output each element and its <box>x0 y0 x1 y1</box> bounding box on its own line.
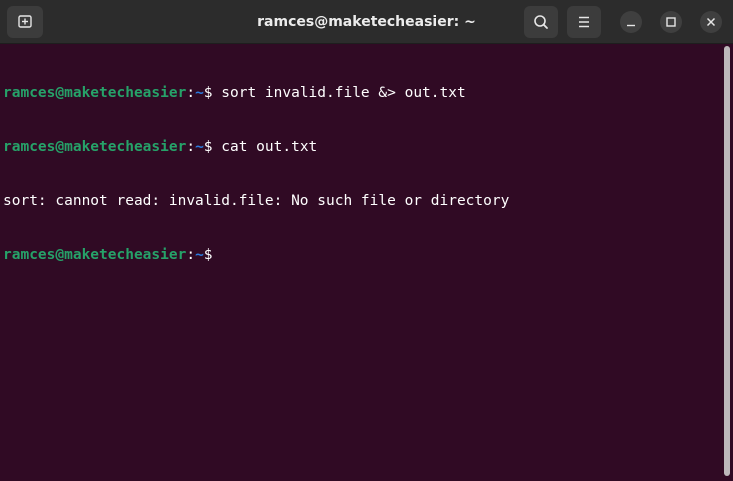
prompt-colon: : <box>186 247 196 263</box>
prompt-user-host: ramces@maketecheasier <box>3 247 187 263</box>
prompt-user-host: ramces@maketecheasier <box>3 139 187 155</box>
hamburger-menu-icon <box>579 16 589 28</box>
window-title: ramces@maketecheasier: ~ <box>257 14 476 30</box>
menu-button[interactable] <box>567 6 601 38</box>
terminal-window: ramces@maketecheasier: ~ ramces@maketech… <box>0 0 733 481</box>
prompt-dollar: $ <box>203 139 213 155</box>
terminal-line: ramces@maketecheasier:~$ cat out.txt <box>3 138 723 156</box>
prompt-colon: : <box>186 85 196 101</box>
prompt-dollar: $ <box>203 247 213 263</box>
maximize-icon <box>666 17 676 27</box>
new-tab-button[interactable] <box>7 6 43 38</box>
close-icon <box>706 17 716 27</box>
search-button[interactable] <box>524 6 558 38</box>
search-icon <box>534 15 548 29</box>
terminal-output-area[interactable]: ramces@maketecheasier:~$ sort invalid.fi… <box>0 45 723 481</box>
scrollbar-thumb[interactable] <box>724 46 730 476</box>
prompt-dollar: $ <box>203 85 213 101</box>
command-output: sort: cannot read: invalid.file: No such… <box>3 193 510 209</box>
prompt-path: ~ <box>195 247 204 263</box>
terminal-line: sort: cannot read: invalid.file: No such… <box>3 192 723 210</box>
prompt-user-host: ramces@maketecheasier <box>3 85 187 101</box>
close-button[interactable] <box>700 11 722 33</box>
new-tab-icon <box>18 15 32 28</box>
terminal-line: ramces@maketecheasier:~$ <box>3 246 723 264</box>
title-bar: ramces@maketecheasier: ~ <box>0 0 733 44</box>
command-text: sort invalid.file &> out.txt <box>212 85 466 101</box>
prompt-colon: : <box>186 139 196 155</box>
maximize-button[interactable] <box>660 11 682 33</box>
minimize-button[interactable] <box>620 11 642 33</box>
prompt-path: ~ <box>195 85 204 101</box>
prompt-path: ~ <box>195 139 204 155</box>
command-text: cat out.txt <box>212 139 318 155</box>
terminal-line: ramces@maketecheasier:~$ sort invalid.fi… <box>3 84 723 102</box>
minimize-icon <box>627 24 635 27</box>
